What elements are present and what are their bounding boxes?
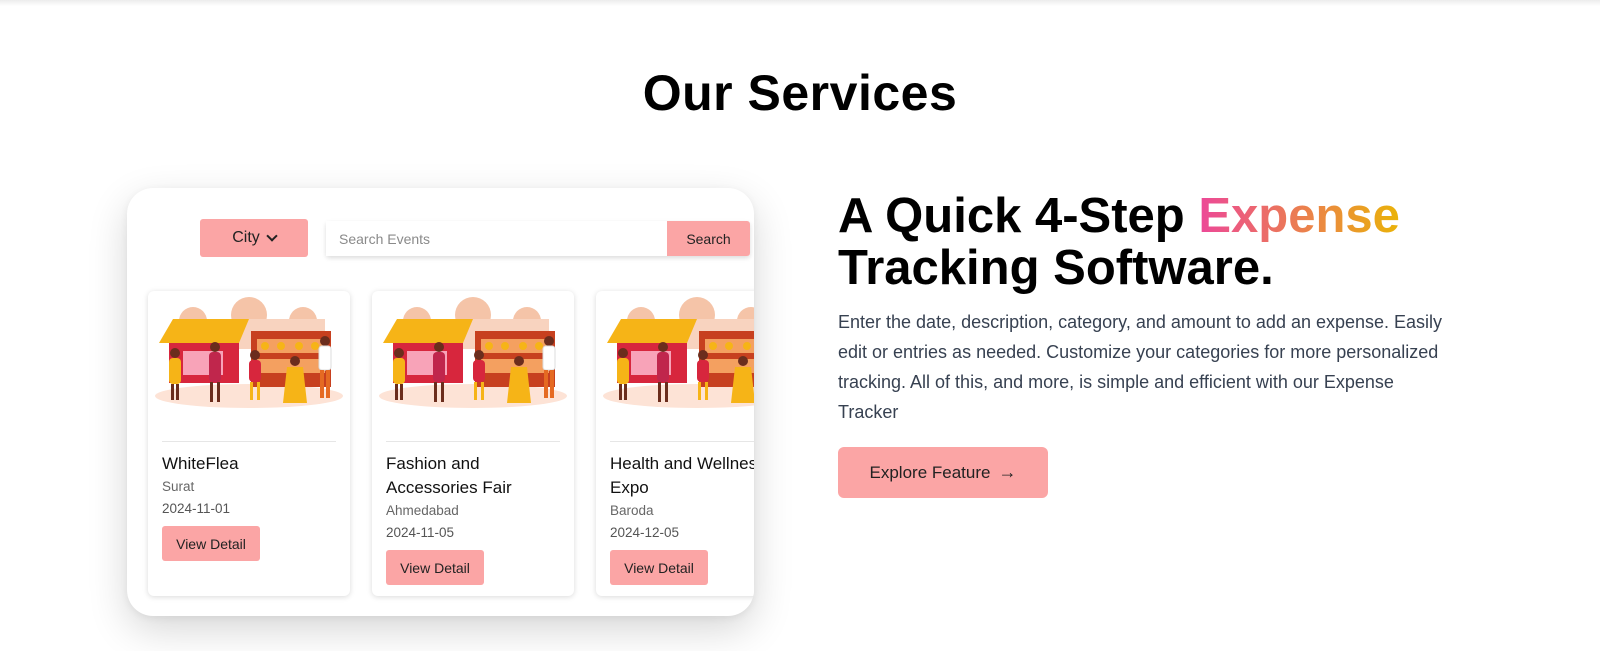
hero-headline: A Quick 4-Step Expense Tracking Software… bbox=[838, 190, 1538, 294]
city-label: City bbox=[232, 229, 260, 246]
event-card: Fashion and Accessories Fair Ahmedabad 2… bbox=[372, 291, 574, 596]
chevron-down-icon bbox=[266, 230, 278, 242]
event-title: Fashion and Accessories Fair bbox=[386, 454, 512, 497]
event-date: 2024-12-05 bbox=[610, 525, 680, 540]
header-shadow bbox=[0, 0, 1600, 6]
market-illustration-icon bbox=[603, 297, 754, 408]
search-input[interactable] bbox=[326, 221, 667, 256]
event-card: Health and Wellness Expo Baroda 2024-12-… bbox=[596, 291, 754, 596]
view-detail-button[interactable]: View Detail bbox=[610, 550, 708, 585]
search-button[interactable]: Search bbox=[667, 221, 750, 256]
event-title: WhiteFlea bbox=[162, 454, 239, 473]
view-detail-button[interactable]: View Detail bbox=[162, 526, 260, 561]
event-city: Surat bbox=[162, 479, 195, 494]
card-divider bbox=[162, 441, 336, 442]
hero-description: Enter the date, description, category, a… bbox=[838, 312, 1443, 422]
event-info: WhiteFlea Surat 2024-11-01 View Detail bbox=[162, 452, 347, 561]
events-list: WhiteFlea Surat 2024-11-01 View Detail F… bbox=[148, 291, 754, 601]
market-illustration-icon bbox=[379, 297, 567, 408]
event-date: 2024-11-01 bbox=[162, 501, 231, 516]
search-bar: Search bbox=[326, 221, 750, 256]
section-title: Our Services bbox=[642, 65, 958, 121]
event-date: 2024-11-05 bbox=[386, 525, 455, 540]
event-city: Baroda bbox=[610, 503, 654, 518]
event-card: WhiteFlea Surat 2024-11-01 View Detail bbox=[148, 291, 350, 596]
headline-end: Tracking Software. bbox=[838, 241, 1274, 295]
explore-feature-button[interactable]: Explore Feature → bbox=[838, 447, 1048, 498]
event-info: Health and Wellness Expo Baroda 2024-12-… bbox=[610, 452, 754, 585]
event-info: Fashion and Accessories Fair Ahmedabad 2… bbox=[386, 452, 571, 585]
event-city: Ahmedabad bbox=[386, 503, 459, 518]
headline-start: A Quick 4-Step bbox=[838, 189, 1185, 243]
arrow-right-icon: → bbox=[998, 462, 1017, 482]
market-illustration-icon bbox=[155, 297, 343, 408]
event-title: Health and Wellness Expo bbox=[610, 454, 754, 497]
events-preview: City Search Events Search WhiteFlea Sura… bbox=[127, 188, 754, 616]
card-divider bbox=[386, 441, 560, 442]
view-detail-button[interactable]: View Detail bbox=[386, 550, 484, 585]
explore-label: Explore Feature bbox=[869, 462, 991, 482]
headline-highlight: Expense bbox=[1198, 189, 1400, 243]
city-dropdown-button[interactable]: City bbox=[200, 219, 308, 257]
card-divider bbox=[610, 441, 754, 442]
